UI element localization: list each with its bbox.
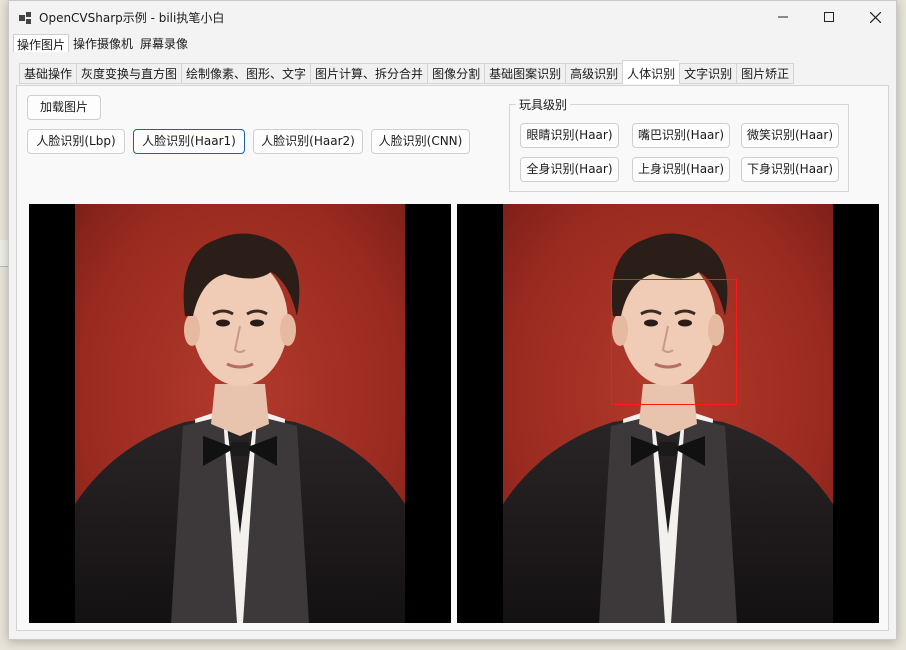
tab-strip: 基础操作 灰度变换与直方图 绘制像素、图形、文字 图片计算、拆分合并 图像分割 … bbox=[19, 60, 795, 85]
tab-text-recognition[interactable]: 文字识别 bbox=[679, 63, 737, 84]
smile-detect-button[interactable]: 微笑识别(Haar) bbox=[741, 123, 839, 148]
close-button[interactable] bbox=[852, 1, 898, 33]
tab-advanced-recognition[interactable]: 高级识别 bbox=[565, 63, 623, 84]
app-icon bbox=[19, 12, 31, 24]
mouth-detect-button[interactable]: 嘴巴识别(Haar) bbox=[632, 123, 730, 148]
maximize-icon bbox=[824, 12, 834, 22]
tab-body-recognition[interactable]: 人体识别 bbox=[622, 60, 680, 84]
minimize-button[interactable] bbox=[760, 1, 806, 33]
face-detect-haar1-button[interactable]: 人脸识别(Haar1) bbox=[133, 129, 245, 154]
tab-grayscale-histogram[interactable]: 灰度变换与直方图 bbox=[76, 63, 182, 84]
source-portrait-image bbox=[75, 204, 405, 623]
body-recognition-panel: 加载图片 人脸识别(Lbp) 人脸识别(Haar1) 人脸识别(Haar2) 人… bbox=[16, 85, 889, 631]
result-portrait-image bbox=[503, 204, 833, 623]
face-detect-cnn-button[interactable]: 人脸识别(CNN) bbox=[371, 129, 470, 154]
eye-detect-button[interactable]: 眼睛识别(Haar) bbox=[520, 123, 619, 148]
lowerbody-detect-button[interactable]: 下身识别(Haar) bbox=[741, 157, 839, 182]
face-detection-rectangle bbox=[611, 279, 737, 405]
toy-level-group-title: 玩具级别 bbox=[516, 96, 571, 113]
window-title: OpenCVSharp示例 - bili执笔小白 bbox=[39, 11, 225, 25]
upperbody-detect-button[interactable]: 上身识别(Haar) bbox=[632, 157, 730, 182]
source-image-box bbox=[29, 204, 451, 623]
menu-bar: 操作图片 操作摄像机 屏幕录像 bbox=[13, 34, 192, 54]
close-icon bbox=[869, 11, 881, 23]
app-window: OpenCVSharp示例 - bili执笔小白 操作图片 操作摄像机 屏幕录像… bbox=[8, 0, 897, 640]
fullbody-detect-button[interactable]: 全身识别(Haar) bbox=[520, 157, 619, 182]
menu-operate-image[interactable]: 操作图片 bbox=[13, 34, 70, 52]
title-bar: OpenCVSharp示例 - bili执笔小白 bbox=[9, 1, 896, 33]
tab-draw-shapes-text[interactable]: 绘制像素、图形、文字 bbox=[181, 63, 311, 84]
maximize-button[interactable] bbox=[806, 1, 852, 33]
load-image-button[interactable]: 加载图片 bbox=[27, 95, 101, 120]
tab-image-calc-split[interactable]: 图片计算、拆分合并 bbox=[310, 63, 428, 84]
face-detect-haar2-button[interactable]: 人脸识别(Haar2) bbox=[253, 129, 363, 154]
tab-image-correction[interactable]: 图片矫正 bbox=[736, 63, 795, 84]
toy-level-group: 玩具级别 眼睛识别(Haar) 嘴巴识别(Haar) 微笑识别(Haar) 全身… bbox=[509, 96, 849, 192]
tab-basic-pattern-recognition[interactable]: 基础图案识别 bbox=[484, 63, 566, 84]
menu-operate-camera[interactable]: 操作摄像机 bbox=[70, 34, 136, 52]
tab-image-segmentation[interactable]: 图像分割 bbox=[427, 63, 485, 84]
menu-screen-record[interactable]: 屏幕录像 bbox=[137, 34, 191, 52]
result-image-box bbox=[457, 204, 879, 623]
face-detect-lbp-button[interactable]: 人脸识别(Lbp) bbox=[27, 129, 125, 154]
tab-basic-operations[interactable]: 基础操作 bbox=[19, 63, 77, 84]
minimize-icon bbox=[778, 16, 788, 18]
